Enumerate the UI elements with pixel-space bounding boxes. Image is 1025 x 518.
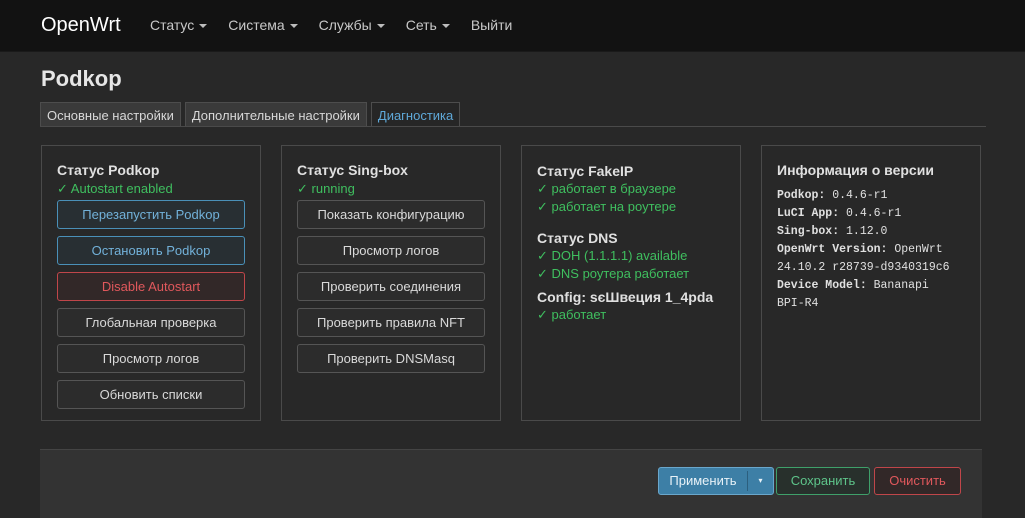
- podkop-version-label: Podkop:: [777, 189, 826, 202]
- singbox-version-label: Sing-box:: [777, 225, 840, 238]
- reset-button[interactable]: Очистить: [874, 467, 961, 495]
- page-title: Podkop: [41, 66, 122, 91]
- device-model-row: Device Model: Bananapi: [777, 277, 950, 295]
- brand-logo[interactable]: OpenWrt: [41, 14, 121, 37]
- luci-version-row: LuCI App: 0.4.6-r1: [777, 205, 950, 223]
- apply-split-button: Применить ▾: [658, 467, 774, 495]
- version-details: Podkop: 0.4.6-r1 LuCI App: 0.4.6-r1 Sing…: [777, 187, 950, 313]
- podkop-status-title: Статус Podkop: [57, 162, 160, 178]
- chevron-down-icon: [376, 23, 385, 28]
- save-button[interactable]: Сохранить: [776, 467, 870, 495]
- nav-system-label: Система: [228, 17, 285, 33]
- fakeip-router-status: ✓ работает на роутере: [537, 199, 677, 214]
- luci-version-label: LuCI App:: [777, 207, 840, 220]
- update-lists-button[interactable]: Обновить списки: [57, 380, 245, 409]
- nav-network[interactable]: Сеть: [406, 17, 450, 33]
- chevron-down-icon: [199, 23, 208, 28]
- podkop-status-panel: Статус Podkop ✓ Autostart enabled Переза…: [41, 145, 261, 421]
- router-dns-status: ✓ DNS роутера работает: [537, 266, 690, 281]
- stop-podkop-button[interactable]: Остановить Podkop: [57, 236, 245, 265]
- nav-status-label: Статус: [150, 17, 195, 33]
- device-model-label: Device Model:: [777, 279, 867, 292]
- version-info-title: Информация о версии: [777, 162, 934, 178]
- openwrt-version-row: OpenWrt Version: OpenWrt: [777, 241, 950, 259]
- disable-autostart-button[interactable]: Disable Autostart: [57, 272, 245, 301]
- singbox-version-row: Sing-box: 1.12.0: [777, 223, 950, 241]
- chevron-down-icon: [289, 23, 298, 28]
- tab-bar: Основные настройки Дополнительные настро…: [40, 102, 464, 127]
- config-status: ✓ работает: [537, 307, 607, 322]
- singbox-view-logs-button[interactable]: Просмотр логов: [297, 236, 485, 265]
- config-title: Config: ѕєШвеция 1_4pda: [537, 289, 714, 305]
- device-model-row-2: BPI-R4: [777, 297, 819, 310]
- nav-services-label: Службы: [318, 17, 372, 33]
- version-info-panel: Информация о версии Podkop: 0.4.6-r1 LuC…: [761, 145, 981, 421]
- tab-main-settings[interactable]: Основные настройки: [40, 102, 181, 127]
- check-nft-rules-button[interactable]: Проверить правила NFT: [297, 308, 485, 337]
- top-navbar: OpenWrt Статус Система Службы Сеть Выйти: [0, 0, 1025, 52]
- openwrt-version-label: OpenWrt Version:: [777, 243, 888, 256]
- caret-down-icon: ▾: [758, 476, 763, 485]
- singbox-version-value: 1.12.0: [846, 225, 888, 238]
- restart-podkop-button[interactable]: Перезапустить Podkop: [57, 200, 245, 229]
- apply-dropdown-toggle[interactable]: ▾: [748, 468, 773, 494]
- singbox-running-status: ✓ running: [297, 181, 355, 196]
- singbox-status-panel: Статус Sing-box ✓ running Показать конфи…: [281, 145, 501, 421]
- podkop-autostart-status: ✓ Autostart enabled: [57, 181, 173, 196]
- tab-diagnostics[interactable]: Диагностика: [370, 102, 461, 127]
- nav-system[interactable]: Система: [228, 17, 298, 33]
- podkop-view-logs-button[interactable]: Просмотр логов: [57, 344, 245, 373]
- nav-services[interactable]: Службы: [319, 17, 385, 33]
- fakeip-status-panel: Статус FakeIP ✓ работает в браузере ✓ ра…: [521, 145, 741, 421]
- check-dnsmasq-button[interactable]: Проверить DNSMasq: [297, 344, 485, 373]
- nav-network-label: Сеть: [405, 17, 437, 33]
- openwrt-version-value: OpenWrt: [894, 243, 943, 256]
- nav-status[interactable]: Статус: [150, 17, 208, 33]
- tab-advanced-settings[interactable]: Дополнительные настройки: [184, 102, 367, 127]
- global-check-button[interactable]: Глобальная проверка: [57, 308, 245, 337]
- nav-logout-label: Выйти: [470, 17, 513, 33]
- tab-divider: [40, 126, 986, 127]
- fakeip-browser-status: ✓ работает в браузере: [537, 181, 677, 196]
- luci-version-value: 0.4.6-r1: [846, 207, 902, 220]
- main-nav: Статус Система Службы Сеть Выйти: [150, 17, 533, 33]
- openwrt-version-row-2: 24.10.2 r28739-d9340319c6: [777, 261, 950, 274]
- singbox-status-title: Статус Sing-box: [297, 162, 408, 178]
- show-config-button[interactable]: Показать конфигурацию: [297, 200, 485, 229]
- nav-logout[interactable]: Выйти: [471, 17, 512, 33]
- device-model-value: Bananapi: [873, 279, 929, 292]
- podkop-version-row: Podkop: 0.4.6-r1: [777, 187, 950, 205]
- fakeip-status-title: Статус FakeIP: [537, 163, 634, 179]
- chevron-down-icon: [441, 23, 450, 28]
- dns-status-title: Статус DNS: [537, 230, 618, 246]
- check-connections-button[interactable]: Проверить соединения: [297, 272, 485, 301]
- doh-status: ✓ DOH (1.1.1.1) available: [537, 248, 688, 263]
- apply-button[interactable]: Применить: [659, 468, 747, 494]
- podkop-version-value: 0.4.6-r1: [832, 189, 888, 202]
